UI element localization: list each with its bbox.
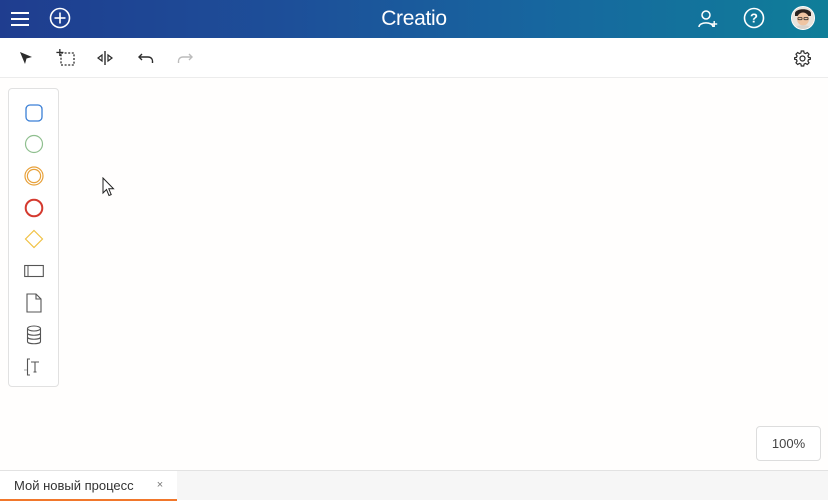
tab-close-glyph: × [156, 479, 164, 491]
logo-text: Creatio [381, 7, 447, 30]
designer-toolbar [0, 38, 828, 78]
start-event-circle-icon[interactable] [9, 128, 58, 160]
svg-text:?: ? [750, 11, 758, 26]
data-store-cylinder-icon[interactable] [9, 319, 58, 351]
close-icon[interactable]: × [154, 479, 166, 491]
task-rounded-square-icon[interactable] [9, 97, 58, 129]
zoom-level-value: 100% [771, 436, 806, 451]
zoom-level-button[interactable]: 100% [756, 426, 821, 461]
tab-my-new-process[interactable]: Мой новый процесс × [0, 471, 177, 501]
end-event-circle-icon[interactable] [9, 192, 58, 224]
text-annotation-icon[interactable] [9, 351, 58, 383]
top-header-bar: Creatio ? [0, 0, 828, 38]
intermediate-event-double-circle-icon[interactable] [9, 160, 58, 192]
element-palette [8, 88, 59, 387]
add-circle-icon[interactable] [48, 6, 72, 30]
add-user-icon[interactable] [696, 7, 720, 31]
data-object-document-icon[interactable] [9, 287, 58, 319]
lane-pool-icon[interactable] [9, 255, 58, 287]
process-canvas[interactable] [0, 78, 828, 470]
area-select-icon[interactable] [51, 38, 81, 78]
select-pointer-icon[interactable] [11, 38, 41, 78]
gateway-diamond-icon[interactable] [9, 223, 58, 255]
undo-icon[interactable] [131, 38, 161, 78]
redo-icon[interactable] [170, 38, 200, 78]
help-icon[interactable]: ? [742, 6, 766, 30]
tab-label: Мой новый процесс [14, 477, 134, 493]
avatar[interactable] [791, 6, 815, 30]
distribute-space-icon[interactable] [90, 38, 120, 78]
tab-bar: Мой новый процесс × [0, 470, 828, 501]
menu-icon[interactable] [8, 7, 32, 31]
settings-gear-icon[interactable] [787, 38, 817, 78]
